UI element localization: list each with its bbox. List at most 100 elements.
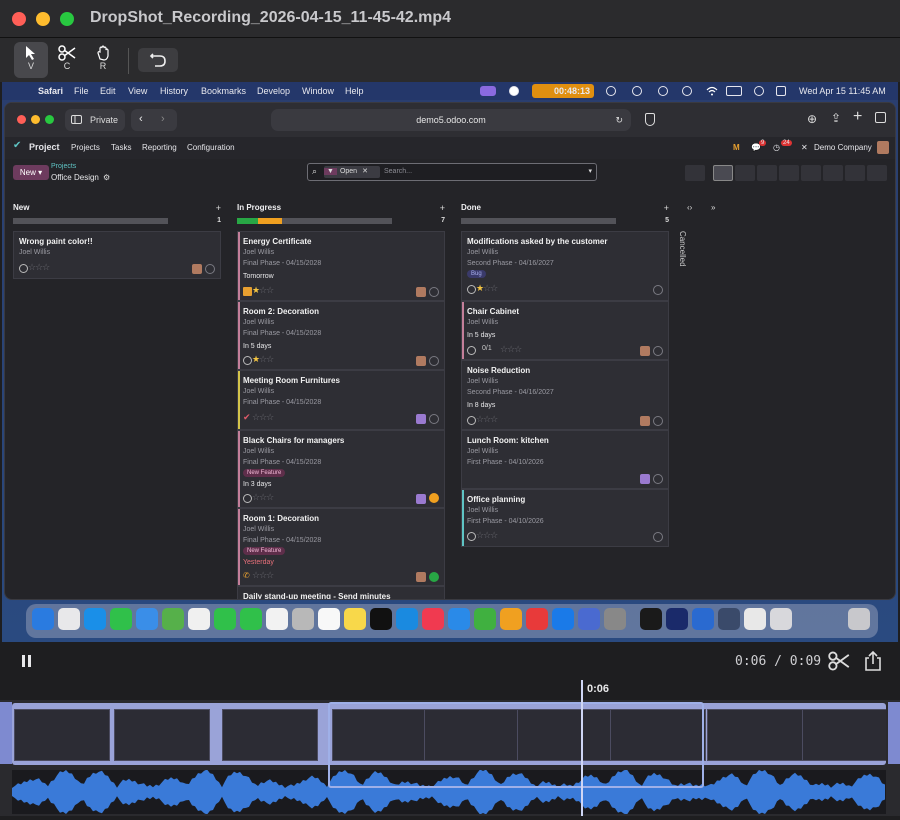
status-circle[interactable] [653,285,663,295]
priority-stars[interactable]: ☆☆☆ [252,412,274,423]
vscode-icon[interactable] [396,608,418,630]
launchpad-icon[interactable] [58,608,80,630]
app-name[interactable]: Project [29,142,60,152]
clock-icon[interactable] [467,532,476,541]
photos-icon[interactable] [188,608,210,630]
priority-stars[interactable]: ★☆☆ [476,283,498,294]
search-bar[interactable]: ⌕ ▼ Open ✕ Search... ▾ [307,163,597,181]
phone-icon[interactable] [240,608,262,630]
timeline[interactable] [0,700,900,816]
minimize-window-button[interactable] [36,12,50,26]
task-card[interactable]: Black Chairs for managers Joel Willis Fi… [237,430,445,508]
fold-toggle-icon[interactable]: ‹› [687,203,692,212]
priority-stars[interactable]: ☆☆☆ [252,492,274,503]
expand-columns-icon[interactable]: » [711,203,715,212]
task-card[interactable]: Wrong paint color!! Joel Willis ☆☆☆ [13,231,221,279]
clock-icon[interactable] [467,346,476,355]
finder-icon[interactable] [32,608,54,630]
new-button[interactable]: New ▾ [13,165,49,180]
facetime-icon[interactable] [214,608,236,630]
messages-icon[interactable] [110,608,132,630]
trim-button[interactable] [828,650,850,677]
nav-projects[interactable]: Projects [71,143,100,152]
clock-icon[interactable] [467,416,476,425]
settings-gear-icon[interactable]: ⚙ [103,173,110,182]
gantt-view-icon[interactable] [757,165,777,181]
task-card[interactable]: Lunch Room: kitchen Joel Willis First Ph… [461,430,669,489]
preview-icon[interactable] [770,608,792,630]
task-card[interactable]: Daily stand-up meeting - Send minutes [237,586,445,599]
share-page-icon[interactable]: ⇪ [831,111,841,125]
numbers-icon[interactable] [474,608,496,630]
project-app-icon[interactable]: ✔ [13,140,21,151]
list-view-icon[interactable] [735,165,755,181]
new-tab-icon[interactable]: + [853,108,862,126]
keynote-icon[interactable] [448,608,470,630]
priority-stars[interactable]: ☆☆☆ [500,344,522,355]
undo-button[interactable] [138,48,178,72]
check-activity-icon[interactable]: ✔ [243,412,251,423]
safari-close-button[interactable] [17,115,26,124]
add-card-icon[interactable]: + [440,203,445,213]
task-card[interactable]: Office planning Joel Willis First Phase … [461,489,669,547]
pivot-view-icon[interactable] [845,165,865,181]
safari-icon[interactable] [84,608,106,630]
chrome-icon[interactable] [744,608,766,630]
hand-tool-button[interactable]: R [86,42,120,78]
task-card[interactable]: Room 2: Decoration Joel Willis Final Pha… [237,301,445,370]
user-avatar[interactable] [877,141,889,154]
zoom-window-button[interactable] [60,12,74,26]
graph-view-icon[interactable] [867,165,887,181]
company-name[interactable]: Demo Company [814,143,872,152]
clock-icon[interactable] [243,356,252,365]
add-card-icon[interactable]: + [664,203,669,213]
status-circle[interactable] [429,356,439,366]
back-icon[interactable]: ‹ [139,113,143,125]
close-window-button[interactable] [12,12,26,26]
trim-handle-right[interactable] [888,702,900,764]
priority-stars[interactable]: ★☆☆ [252,354,274,365]
add-card-icon[interactable]: + [216,203,221,213]
status-circle[interactable] [429,287,439,297]
activity-monitor-icon[interactable] [640,608,662,630]
dropshot-icon[interactable] [666,608,688,630]
task-card[interactable]: Meeting Room Furnitures Joel Willis Fina… [237,370,445,430]
status-circle[interactable] [653,346,663,356]
trash-icon[interactable] [848,608,870,630]
priority-stars[interactable]: ☆☆☆ [28,262,50,273]
download-icon[interactable]: ⊕ [807,112,817,126]
status-circle[interactable] [429,414,439,424]
clock-icon[interactable] [467,285,476,294]
folded-column-cancelled[interactable]: Cancelled [678,231,687,267]
playhead[interactable] [581,680,583,816]
music-icon[interactable] [422,608,444,630]
company-switch-icon[interactable]: ✕ [801,143,808,152]
priority-stars[interactable]: ☆☆☆ [476,530,498,541]
pause-button[interactable] [20,654,34,668]
warning-status-icon[interactable] [429,493,439,503]
selection-range[interactable] [328,702,704,788]
kanban-view-icon[interactable] [713,165,733,181]
clock-icon[interactable] [19,264,28,273]
breadcrumb-parent[interactable]: Projects [51,163,76,170]
iphone-mirroring-icon[interactable] [578,608,600,630]
done-status-icon[interactable] [429,572,439,582]
task-card[interactable]: Modifications asked by the customer Joel… [461,231,669,301]
address-bar[interactable]: demo5.odoo.com ↻ [271,109,631,131]
calendar-view-icon[interactable] [779,165,799,181]
app-icon[interactable] [718,608,740,630]
reminders-icon[interactable] [318,608,340,630]
email-activity-icon[interactable] [243,287,252,296]
private-sidebar-button[interactable]: Private [65,109,125,131]
system-settings-icon[interactable] [604,608,626,630]
priority-stars[interactable]: ☆☆☆ [476,414,498,425]
task-card[interactable]: Noise Reduction Joel Willis Second Phase… [461,360,669,430]
calendar-icon[interactable] [266,608,288,630]
status-circle[interactable] [653,416,663,426]
status-circle[interactable] [205,264,215,274]
nav-tasks[interactable]: Tasks [111,143,131,152]
rocket-app-icon[interactable] [526,608,548,630]
filter-settings-icon[interactable] [685,165,705,181]
task-card[interactable]: Room 1: Decoration Joel Willis Final Pha… [237,508,445,586]
filter-facet[interactable]: ▼ Open ✕ [324,166,380,178]
